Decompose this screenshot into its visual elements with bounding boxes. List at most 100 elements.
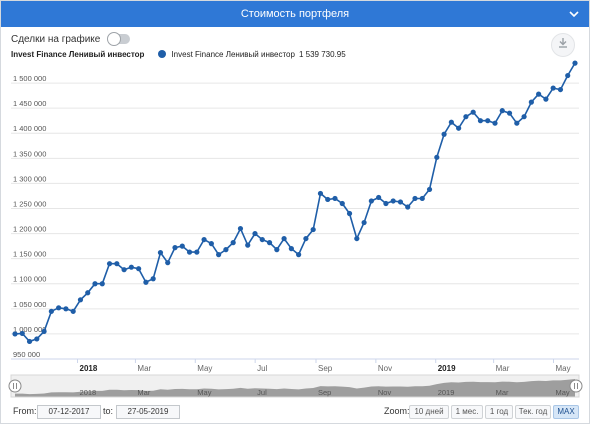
data-point	[565, 72, 571, 79]
navigator-tick-label: Jul	[257, 388, 267, 397]
y-tick-label: 1 350 000	[13, 149, 46, 158]
data-point	[136, 266, 142, 272]
x-tick-label: May	[197, 364, 212, 373]
x-axis-labels: 2018 Mar May Jul Sep Nov 2019 Mar May	[11, 358, 579, 373]
data-point	[56, 305, 62, 311]
data-point	[456, 125, 462, 131]
x-tick-label: May	[555, 364, 570, 373]
data-point	[121, 267, 127, 273]
data-point	[303, 235, 309, 242]
data-point	[34, 336, 40, 342]
from-label: From:	[13, 406, 37, 416]
x-tick-label: Jul	[257, 364, 267, 373]
data-point	[252, 230, 258, 237]
navigator-handle-right[interactable]	[569, 379, 583, 393]
data-point	[419, 195, 425, 202]
data-point	[216, 252, 222, 258]
y-tick-label: 1 150 000	[13, 250, 46, 259]
data-point	[492, 120, 498, 126]
zoom-label: Zoom:	[384, 406, 410, 416]
navigator: 2018 Mar May Jul Sep Nov 2019 Mar May	[8, 374, 583, 398]
to-date-input[interactable]: 27-05-2019	[116, 405, 180, 419]
data-point	[412, 195, 418, 202]
data-point	[85, 290, 91, 296]
data-point	[201, 236, 207, 243]
navigator-tick-label: 2019	[438, 388, 455, 397]
zoom-max-button[interactable]: MAX	[553, 405, 579, 419]
data-point	[77, 297, 84, 303]
navigator-handle-left[interactable]	[8, 379, 22, 393]
data-point	[390, 198, 396, 204]
navigator-tick-label: May	[197, 388, 211, 397]
data-point	[441, 131, 447, 137]
zoom-10-days-button[interactable]: 10 дней	[409, 405, 449, 419]
data-point	[128, 264, 134, 270]
data-point	[477, 118, 484, 124]
data-point	[310, 226, 316, 233]
data-point	[405, 204, 411, 210]
data-point	[208, 241, 214, 247]
data-point	[237, 225, 244, 232]
data-point	[550, 85, 556, 91]
zoom-ytd-button[interactable]: Тек. год	[515, 405, 551, 419]
data-point	[368, 198, 374, 204]
y-tick-label: 1 250 000	[13, 199, 46, 208]
navigator-tick-label: Mar	[496, 388, 509, 397]
data-point	[506, 110, 513, 116]
x-tick-label: Mar	[496, 364, 510, 373]
portfolio-chart: 950 000 1 000 000 1 050 000 1 100 000 1 150 …	[8, 60, 583, 398]
data-point	[514, 120, 520, 126]
y-tick-label: 1 500 000	[13, 74, 46, 83]
y-tick-label: 1 100 000	[13, 275, 46, 284]
from-date-input[interactable]: 07-12-2017	[37, 405, 101, 419]
navigator-tick-label: May	[555, 388, 569, 397]
data-point	[354, 235, 360, 242]
navigator-tick-label: Nov	[378, 388, 392, 397]
data-point	[157, 250, 164, 256]
navigator-tick-label: Sep	[318, 388, 331, 397]
data-point	[470, 109, 476, 115]
data-point	[186, 249, 193, 255]
data-point	[99, 281, 105, 287]
data-point	[448, 119, 454, 125]
data-point	[92, 281, 98, 287]
data-point	[259, 236, 265, 243]
data-point	[12, 331, 18, 337]
y-tick-label: 1 300 000	[13, 174, 46, 183]
y-tick-label: 1 050 000	[13, 300, 46, 309]
data-point	[70, 308, 76, 314]
y-tick-label: 1 450 000	[13, 99, 46, 108]
data-point	[230, 240, 236, 246]
data-point	[48, 308, 54, 314]
data-point	[274, 247, 280, 253]
data-point	[106, 261, 113, 267]
data-point	[288, 246, 294, 252]
data-point	[528, 99, 534, 105]
y-axis-labels: 950 000 1 000 000 1 050 000 1 100 000 1 150 …	[13, 74, 46, 359]
y-tick-label: 1 000 000	[13, 325, 46, 334]
data-point	[521, 114, 527, 120]
data-point	[346, 210, 353, 217]
data-point	[536, 91, 542, 97]
data-point	[426, 186, 433, 193]
data-point	[194, 249, 200, 255]
y-tick-label: 1 200 000	[13, 225, 46, 234]
data-point	[266, 240, 273, 246]
data-point	[114, 261, 120, 267]
to-label: to:	[103, 406, 114, 416]
data-point	[485, 118, 491, 124]
data-point	[463, 114, 469, 120]
data-point	[434, 154, 440, 160]
data-point	[317, 190, 324, 197]
zoom-1-month-button[interactable]: 1 мес.	[451, 405, 483, 419]
data-point	[572, 60, 578, 66]
data-point	[165, 260, 171, 266]
zoom-1-year-button[interactable]: 1 год	[485, 405, 513, 419]
x-tick-label: Mar	[137, 364, 151, 373]
x-tick-label: 2019	[438, 364, 456, 373]
x-tick-label: Sep	[318, 364, 333, 373]
data-point	[223, 247, 229, 253]
data-point	[325, 196, 331, 203]
portfolio-widget: Стоимость портфеля Сделки на графике Inv…	[0, 0, 590, 424]
navigator-tick-label: 2018	[80, 388, 97, 397]
